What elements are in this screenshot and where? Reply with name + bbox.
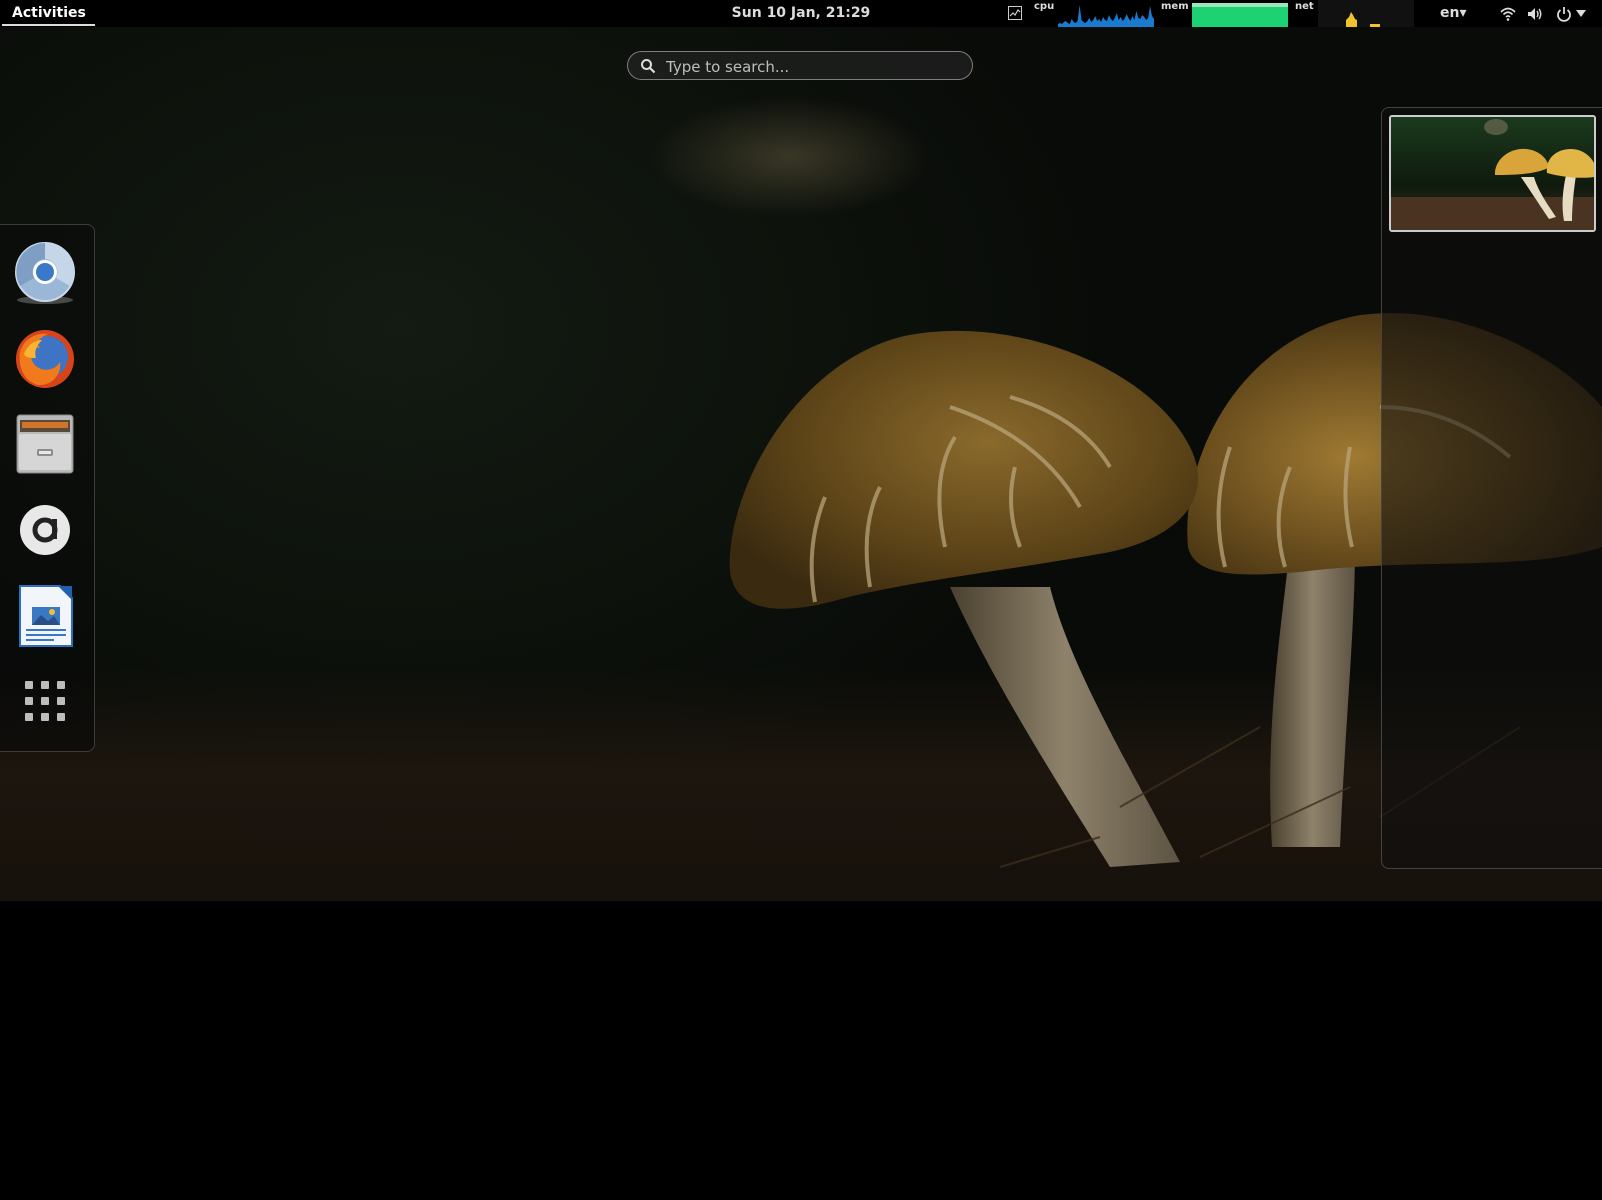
mem-graph[interactable] — [1192, 0, 1288, 27]
firefox-icon — [16, 330, 74, 388]
clock-label[interactable]: Sun 10 Jan, 21:29 — [732, 5, 871, 21]
chromium-icon — [15, 242, 75, 304]
wifi-icon[interactable] — [1500, 6, 1516, 22]
workspace-wallpaper-preview — [1391, 117, 1594, 230]
chevron-down-icon[interactable] — [1576, 8, 1586, 18]
search-box[interactable] — [627, 51, 973, 80]
dash — [0, 224, 95, 752]
overview-background — [0, 27, 1602, 901]
dash-item-files[interactable] — [14, 413, 76, 475]
show-applications-button[interactable] — [14, 670, 76, 732]
activities-indicator — [2, 24, 95, 26]
document-image-icon — [19, 585, 73, 647]
file-cabinet-icon — [16, 414, 74, 474]
search-icon — [641, 59, 656, 74]
language-indicator[interactable]: en▾ — [1440, 0, 1467, 26]
workspace-thumbnail[interactable] — [1389, 115, 1596, 232]
top-bar: Activities Sun 10 Jan, 21:29 cpu mem net… — [0, 0, 1602, 27]
search-input[interactable] — [664, 54, 968, 79]
wallpaper-mushrooms — [729, 313, 1602, 868]
system-monitor-icon[interactable] — [1008, 6, 1022, 20]
cpu-label: cpu — [1034, 1, 1055, 12]
dash-item-firefox[interactable] — [14, 328, 76, 390]
grid-icon — [25, 681, 65, 721]
amazon-icon — [20, 505, 70, 555]
dash-item-chromium[interactable] — [14, 242, 76, 304]
workspace-switcher — [1381, 107, 1602, 869]
dash-item-image-viewer[interactable] — [14, 585, 76, 647]
net-graph[interactable] — [1318, 0, 1414, 27]
activities-label: Activities — [12, 5, 86, 21]
activities-button[interactable]: Activities — [0, 0, 98, 27]
volume-icon[interactable] — [1527, 6, 1543, 22]
cpu-graph[interactable] — [1058, 0, 1154, 27]
dash-item-amazon[interactable] — [14, 499, 76, 561]
mem-label: mem — [1161, 1, 1189, 12]
net-label: net — [1295, 1, 1314, 12]
power-icon[interactable] — [1556, 6, 1572, 22]
